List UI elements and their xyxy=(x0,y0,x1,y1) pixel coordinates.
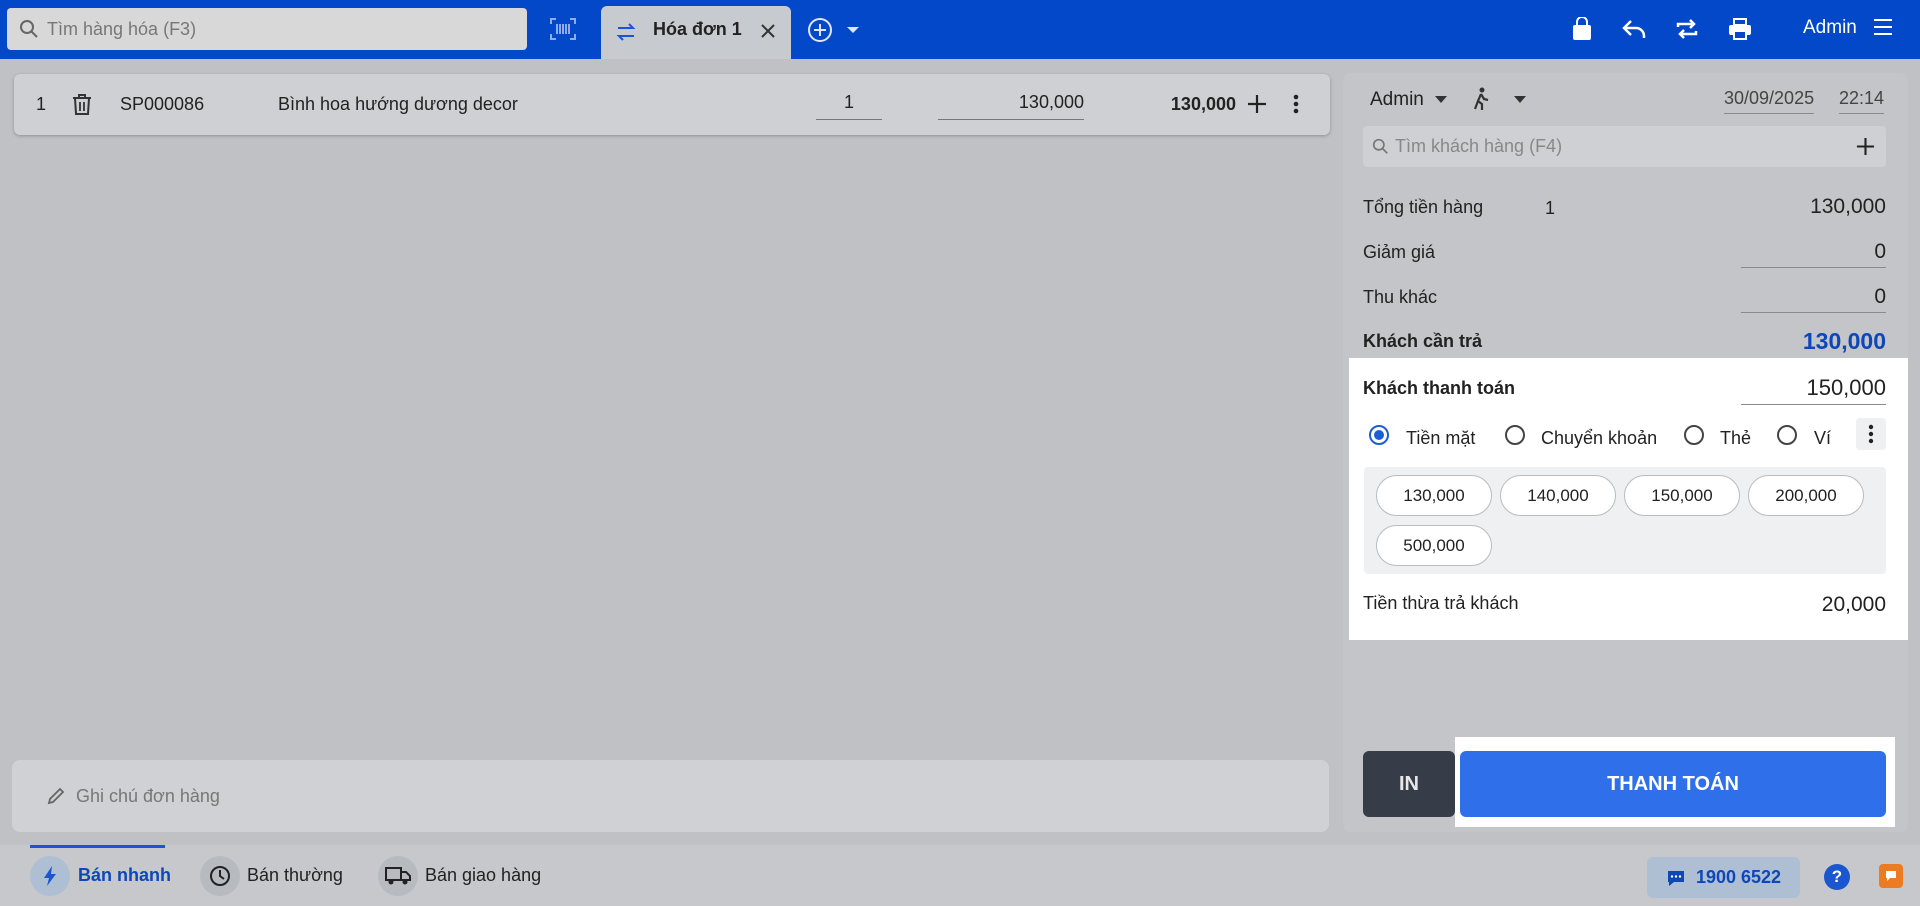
amount-due-value: 130,000 xyxy=(1802,328,1886,354)
bottom-bar: Bán nhanh Bán thường Bán giao hàng 1900 … xyxy=(0,845,1920,906)
discount-input[interactable]: 0 xyxy=(1741,240,1886,268)
print-button[interactable]: IN xyxy=(1363,751,1455,817)
product-search-input[interactable]: Tìm hàng hóa (F3) xyxy=(47,19,196,40)
product-search[interactable]: Tìm hàng hóa (F3) xyxy=(7,8,527,50)
chat-icon xyxy=(1667,870,1684,886)
undo-icon[interactable] xyxy=(1619,14,1649,44)
chevron-down-icon[interactable] xyxy=(1434,95,1448,104)
staff-select[interactable]: Admin xyxy=(1370,89,1424,111)
chevron-down-icon[interactable] xyxy=(846,25,860,35)
help-icon[interactable]: ? xyxy=(1824,864,1850,890)
tab-label: Hóa đơn 1 xyxy=(653,19,742,39)
active-mode-indicator xyxy=(30,845,165,848)
close-icon[interactable] xyxy=(759,22,777,40)
amount-due-label: Khách cần trả xyxy=(1363,331,1483,351)
feedback-icon[interactable] xyxy=(1879,864,1903,888)
chevron-down-icon[interactable] xyxy=(1513,95,1527,104)
shopping-bag-icon[interactable] xyxy=(1567,14,1597,44)
order-note-input[interactable]: Ghi chú đơn hàng xyxy=(76,786,220,807)
top-bar: Tìm hàng hóa (F3) Hóa đơn 1 Admin xyxy=(0,0,1920,59)
printer-icon[interactable] xyxy=(1725,14,1755,44)
more-vertical-icon xyxy=(1868,424,1874,444)
barcode-icon[interactable] xyxy=(548,14,578,44)
payment-method-cash[interactable]: Tiền mặt xyxy=(1406,428,1475,449)
unit-price-input[interactable]: 130,000 xyxy=(938,92,1084,120)
customer-paid-label: Khách thanh toán xyxy=(1363,378,1515,398)
trash-icon[interactable] xyxy=(72,93,92,116)
subtotal-count: 1 xyxy=(1545,198,1556,218)
mode-normal-sale[interactable]: Bán thường xyxy=(247,865,343,886)
payment-method-wallet[interactable]: Ví xyxy=(1814,428,1831,449)
radio-transfer[interactable] xyxy=(1505,425,1525,445)
quick-amount-chip[interactable]: 500,000 xyxy=(1376,525,1492,566)
search-icon xyxy=(1372,138,1388,154)
quick-amount-chip[interactable]: 130,000 xyxy=(1376,475,1492,516)
quick-amount-chip[interactable]: 200,000 xyxy=(1748,475,1864,516)
radio-wallet[interactable] xyxy=(1777,425,1797,445)
payment-method-card[interactable]: Thẻ xyxy=(1720,428,1751,449)
customer-search[interactable]: Tìm khách hàng (F4) xyxy=(1363,126,1886,167)
tab-invoice-1[interactable]: Hóa đơn 1 xyxy=(601,6,791,59)
invoice-time[interactable]: 22:14 xyxy=(1839,88,1885,114)
add-tab-icon[interactable] xyxy=(807,17,833,43)
order-note[interactable]: Ghi chú đơn hàng xyxy=(12,760,1329,832)
line-total: 130,000 xyxy=(1170,94,1236,114)
other-fee-input[interactable]: 0 xyxy=(1741,285,1886,313)
discount-label: Giảm giá xyxy=(1363,242,1436,262)
pencil-icon xyxy=(47,787,65,805)
quantity-input[interactable]: 1 xyxy=(816,92,882,120)
payment-method-transfer[interactable]: Chuyển khoản xyxy=(1541,428,1657,449)
mode-quick-sale[interactable]: Bán nhanh xyxy=(78,865,171,886)
add-customer-icon[interactable] xyxy=(1856,137,1875,156)
walking-person-icon[interactable] xyxy=(1472,87,1490,111)
more-vertical-icon[interactable] xyxy=(1293,94,1299,114)
sync-icon[interactable] xyxy=(1672,14,1702,44)
mode-delivery-sale[interactable]: Bán giao hàng xyxy=(425,865,541,886)
hamburger-menu-icon[interactable] xyxy=(1872,16,1894,38)
change-value: 20,000 xyxy=(1821,593,1886,616)
customer-search-input[interactable]: Tìm khách hàng (F4) xyxy=(1395,136,1562,157)
delivery-truck-icon[interactable] xyxy=(378,856,418,896)
user-name[interactable]: Admin xyxy=(1803,17,1857,39)
clock-icon[interactable] xyxy=(200,856,240,896)
order-line-item[interactable]: 1 SP000086 Bình hoa hướng dương decor 1 … xyxy=(14,74,1330,135)
quick-amount-chip[interactable]: 150,000 xyxy=(1624,475,1740,516)
radio-cash[interactable] xyxy=(1369,425,1389,445)
change-label: Tiền thừa trả khách xyxy=(1363,593,1519,613)
more-payment-options[interactable] xyxy=(1856,418,1886,450)
customer-paid-input[interactable]: 150,000 xyxy=(1741,375,1886,405)
pay-button[interactable]: THANH TOÁN xyxy=(1460,751,1886,817)
other-fee-label: Thu khác xyxy=(1363,287,1438,307)
lightning-icon[interactable] xyxy=(30,856,70,896)
quick-amount-chip[interactable]: 140,000 xyxy=(1500,475,1616,516)
product-code: SP000086 xyxy=(120,94,205,114)
subtotal-value: 130,000 xyxy=(1810,195,1886,218)
search-icon xyxy=(20,20,38,38)
line-index: 1 xyxy=(36,94,47,114)
subtotal-label: Tổng tiền hàng xyxy=(1363,197,1484,217)
product-name: Bình hoa hướng dương decor xyxy=(278,94,518,114)
hotline-number: 1900 6522 xyxy=(1695,867,1782,887)
plus-icon[interactable] xyxy=(1247,94,1267,114)
invoice-date[interactable]: 30/09/2025 xyxy=(1724,88,1815,114)
swap-icon xyxy=(616,23,636,41)
hotline-button[interactable]: 1900 6522 xyxy=(1647,857,1800,898)
radio-card[interactable] xyxy=(1684,425,1704,445)
